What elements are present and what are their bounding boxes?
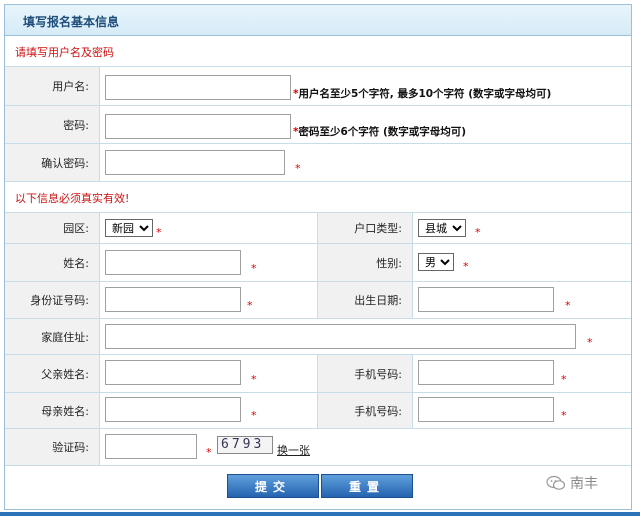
watermark-text: 南丰 (570, 476, 598, 492)
phone1-required-mark: * (561, 373, 567, 386)
idcard-label: 身份证号码: (5, 282, 100, 318)
password-hint: *密码至少6个字符 (数字或字母均可) (293, 124, 466, 139)
captcha-required-mark: * (206, 446, 212, 459)
confirm-password-input[interactable] (105, 150, 285, 175)
username-input[interactable] (105, 75, 291, 100)
row-park-hukou: 园区: 新园 * 户口类型: 县城 * (5, 213, 631, 244)
gender-required-mark: * (463, 260, 469, 273)
username-label: 用户名: (5, 67, 100, 105)
phone2-input[interactable] (418, 397, 554, 422)
row-address: 家庭住址: * (5, 319, 631, 355)
hukou-select[interactable]: 县城 (418, 219, 466, 237)
submit-button[interactable]: 提交 (227, 474, 319, 498)
password-input[interactable] (105, 114, 291, 139)
mother-required-mark: * (251, 409, 257, 422)
password-hint-text: 密码至少6个字符 (数字或字母均可) (298, 126, 467, 138)
form-header: 填写报名基本信息 (5, 5, 631, 36)
gender-select[interactable]: 男 (418, 253, 454, 271)
confirm-password-label: 确认密码: (5, 144, 100, 181)
wechat-icon (546, 475, 566, 490)
birth-label: 出生日期: (317, 282, 413, 318)
address-input[interactable] (105, 324, 576, 349)
confirm-required-mark: * (295, 162, 301, 175)
idcard-input[interactable] (105, 287, 241, 312)
row-username: 用户名: *用户名至少5个字符, 最多10个字符 (数字或字母均可) (5, 67, 631, 106)
mother-label: 母亲姓名: (5, 393, 100, 428)
section-personal: 以下信息必须真实有效! (5, 182, 631, 213)
bottom-bar (0, 512, 640, 516)
row-name-gender: 姓名: * 性别: 男 * (5, 244, 631, 282)
row-id-birth: 身份证号码: * 出生日期: * (5, 282, 631, 319)
captcha-refresh-link[interactable]: 换一张 (277, 442, 310, 458)
phone1-input[interactable] (418, 360, 554, 385)
form-title: 填写报名基本信息 (23, 15, 120, 29)
phone1-label: 手机号码: (317, 355, 413, 392)
row-father-phone: 父亲姓名: * 手机号码: * (5, 355, 631, 393)
row-mother-phone: 母亲姓名: * 手机号码: * (5, 393, 631, 429)
captcha-image[interactable]: 6793 (217, 436, 273, 454)
address-label: 家庭住址: (5, 319, 100, 354)
birth-required-mark: * (565, 299, 571, 312)
gender-label: 性别: (317, 244, 413, 281)
park-label: 园区: (5, 213, 100, 243)
name-input[interactable] (105, 250, 241, 275)
password-label: 密码: (5, 106, 100, 143)
row-password: 密码: *密码至少6个字符 (数字或字母均可) (5, 106, 631, 144)
father-name-input[interactable] (105, 360, 241, 385)
username-hint-text: 用户名至少5个字符, 最多10个字符 (数字或字母均可) (298, 88, 552, 100)
address-required-mark: * (587, 336, 593, 349)
idcard-required-mark: * (247, 299, 253, 312)
watermark: 南丰 (546, 473, 598, 493)
section-account: 请填写用户名及密码 (5, 36, 631, 67)
username-hint: *用户名至少5个字符, 最多10个字符 (数字或字母均可) (293, 86, 551, 101)
park-required-mark: * (156, 226, 162, 239)
hukou-label: 户口类型: (317, 213, 413, 243)
father-required-mark: * (251, 373, 257, 386)
name-label: 姓名: (5, 244, 100, 281)
phone2-label: 手机号码: (317, 393, 413, 428)
mother-name-input[interactable] (105, 397, 241, 422)
park-select[interactable]: 新园 (105, 219, 153, 237)
father-label: 父亲姓名: (5, 355, 100, 392)
reset-button[interactable]: 重置 (321, 474, 413, 498)
captcha-label: 验证码: (5, 429, 100, 465)
row-captcha: 验证码: * 6793 换一张 (5, 429, 631, 466)
phone2-required-mark: * (561, 409, 567, 422)
section-personal-title: 以下信息必须真实有效! (15, 192, 130, 205)
row-confirm-password: 确认密码: * (5, 144, 631, 182)
hukou-required-mark: * (475, 226, 481, 239)
birth-date-input[interactable] (418, 287, 554, 312)
section-account-title: 请填写用户名及密码 (15, 46, 114, 59)
registration-form: 填写报名基本信息 请填写用户名及密码 用户名: *用户名至少5个字符, 最多10… (4, 4, 632, 510)
name-required-mark: * (251, 262, 257, 275)
captcha-input[interactable] (105, 434, 197, 459)
